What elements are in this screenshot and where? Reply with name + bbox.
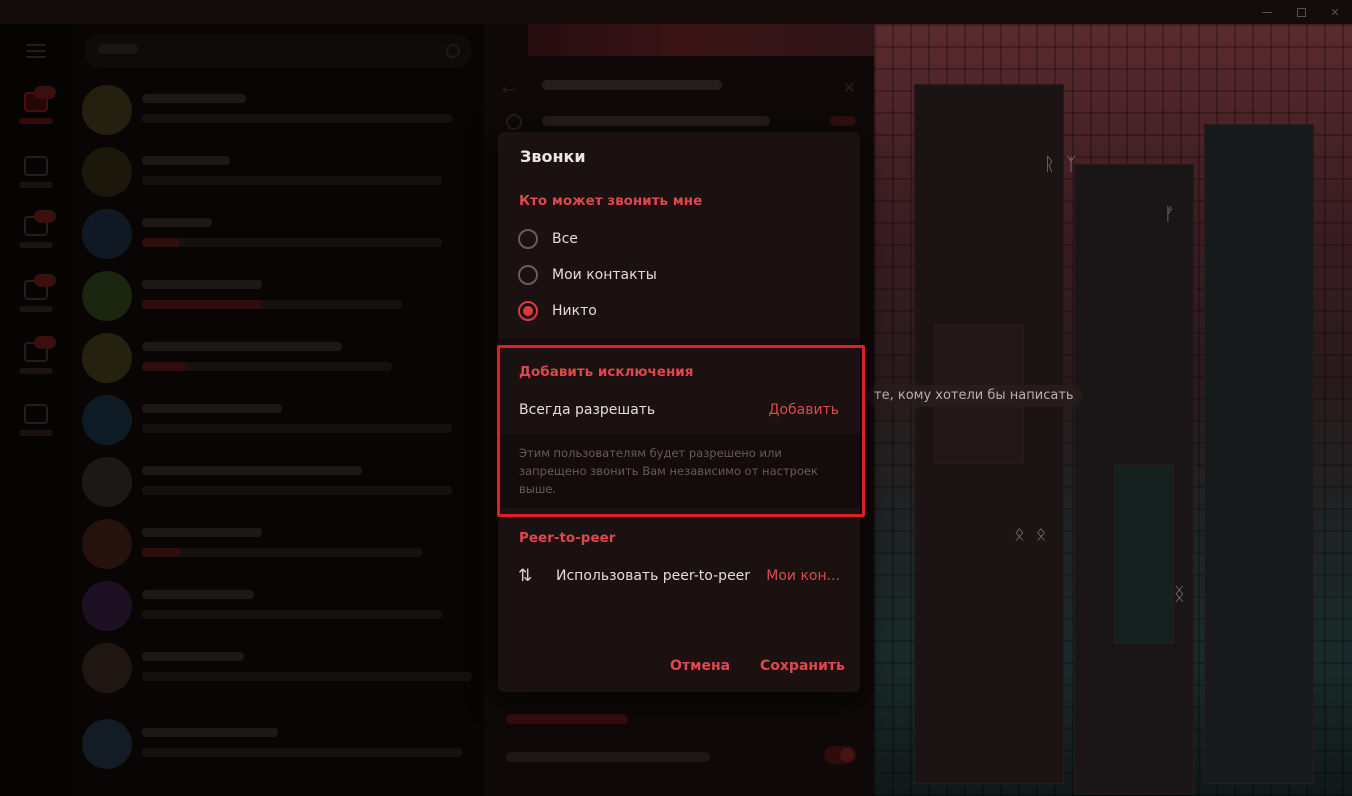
- radio-label: Все: [552, 231, 578, 247]
- radio-button[interactable]: [518, 229, 538, 249]
- highlight-box: [497, 345, 865, 517]
- close-icon: ✕: [1330, 5, 1340, 19]
- radio-button[interactable]: [518, 301, 538, 321]
- dialog-title: Звонки: [520, 147, 586, 166]
- radio-option-my-contacts[interactable]: Мои контакты: [518, 261, 838, 289]
- p2p-title: Peer-to-peer: [519, 530, 616, 546]
- cancel-button[interactable]: Отмена: [670, 658, 730, 674]
- app-window: ✕ ← ✕ ᚱ ᛉ ᚠ ᛟ ᛟ ᛝ те, кому хотели бы нап…: [0, 0, 1352, 796]
- title-bar: ✕: [0, 0, 1352, 24]
- save-button[interactable]: Сохранить: [760, 658, 845, 674]
- radio-button[interactable]: [518, 265, 538, 285]
- maximize-button[interactable]: [1284, 0, 1318, 24]
- chat-empty-hint: те, кому хотели бы написать: [866, 385, 1082, 407]
- radio-option-nobody[interactable]: Никто: [518, 297, 838, 325]
- radio-option-everyone[interactable]: Все: [518, 225, 838, 253]
- p2p-value[interactable]: Мои кон...: [766, 568, 840, 584]
- p2p-label: Использовать peer-to-peer: [556, 568, 751, 584]
- maximize-icon: [1296, 7, 1306, 17]
- chat-wallpaper: ᚱ ᛉ ᚠ ᛟ ᛟ ᛝ: [874, 24, 1352, 796]
- p2p-row[interactable]: ⇅ Использовать peer-to-peer Мои кон...: [518, 566, 840, 586]
- close-window-button[interactable]: ✕: [1318, 0, 1352, 24]
- radio-label: Никто: [552, 303, 597, 319]
- arrows-up-down-icon: ⇅: [518, 566, 533, 586]
- radio-label: Мои контакты: [552, 267, 657, 283]
- who-can-call-title: Кто может звонить мне: [519, 193, 703, 209]
- minimize-icon: [1262, 11, 1272, 13]
- minimize-button[interactable]: [1250, 0, 1284, 24]
